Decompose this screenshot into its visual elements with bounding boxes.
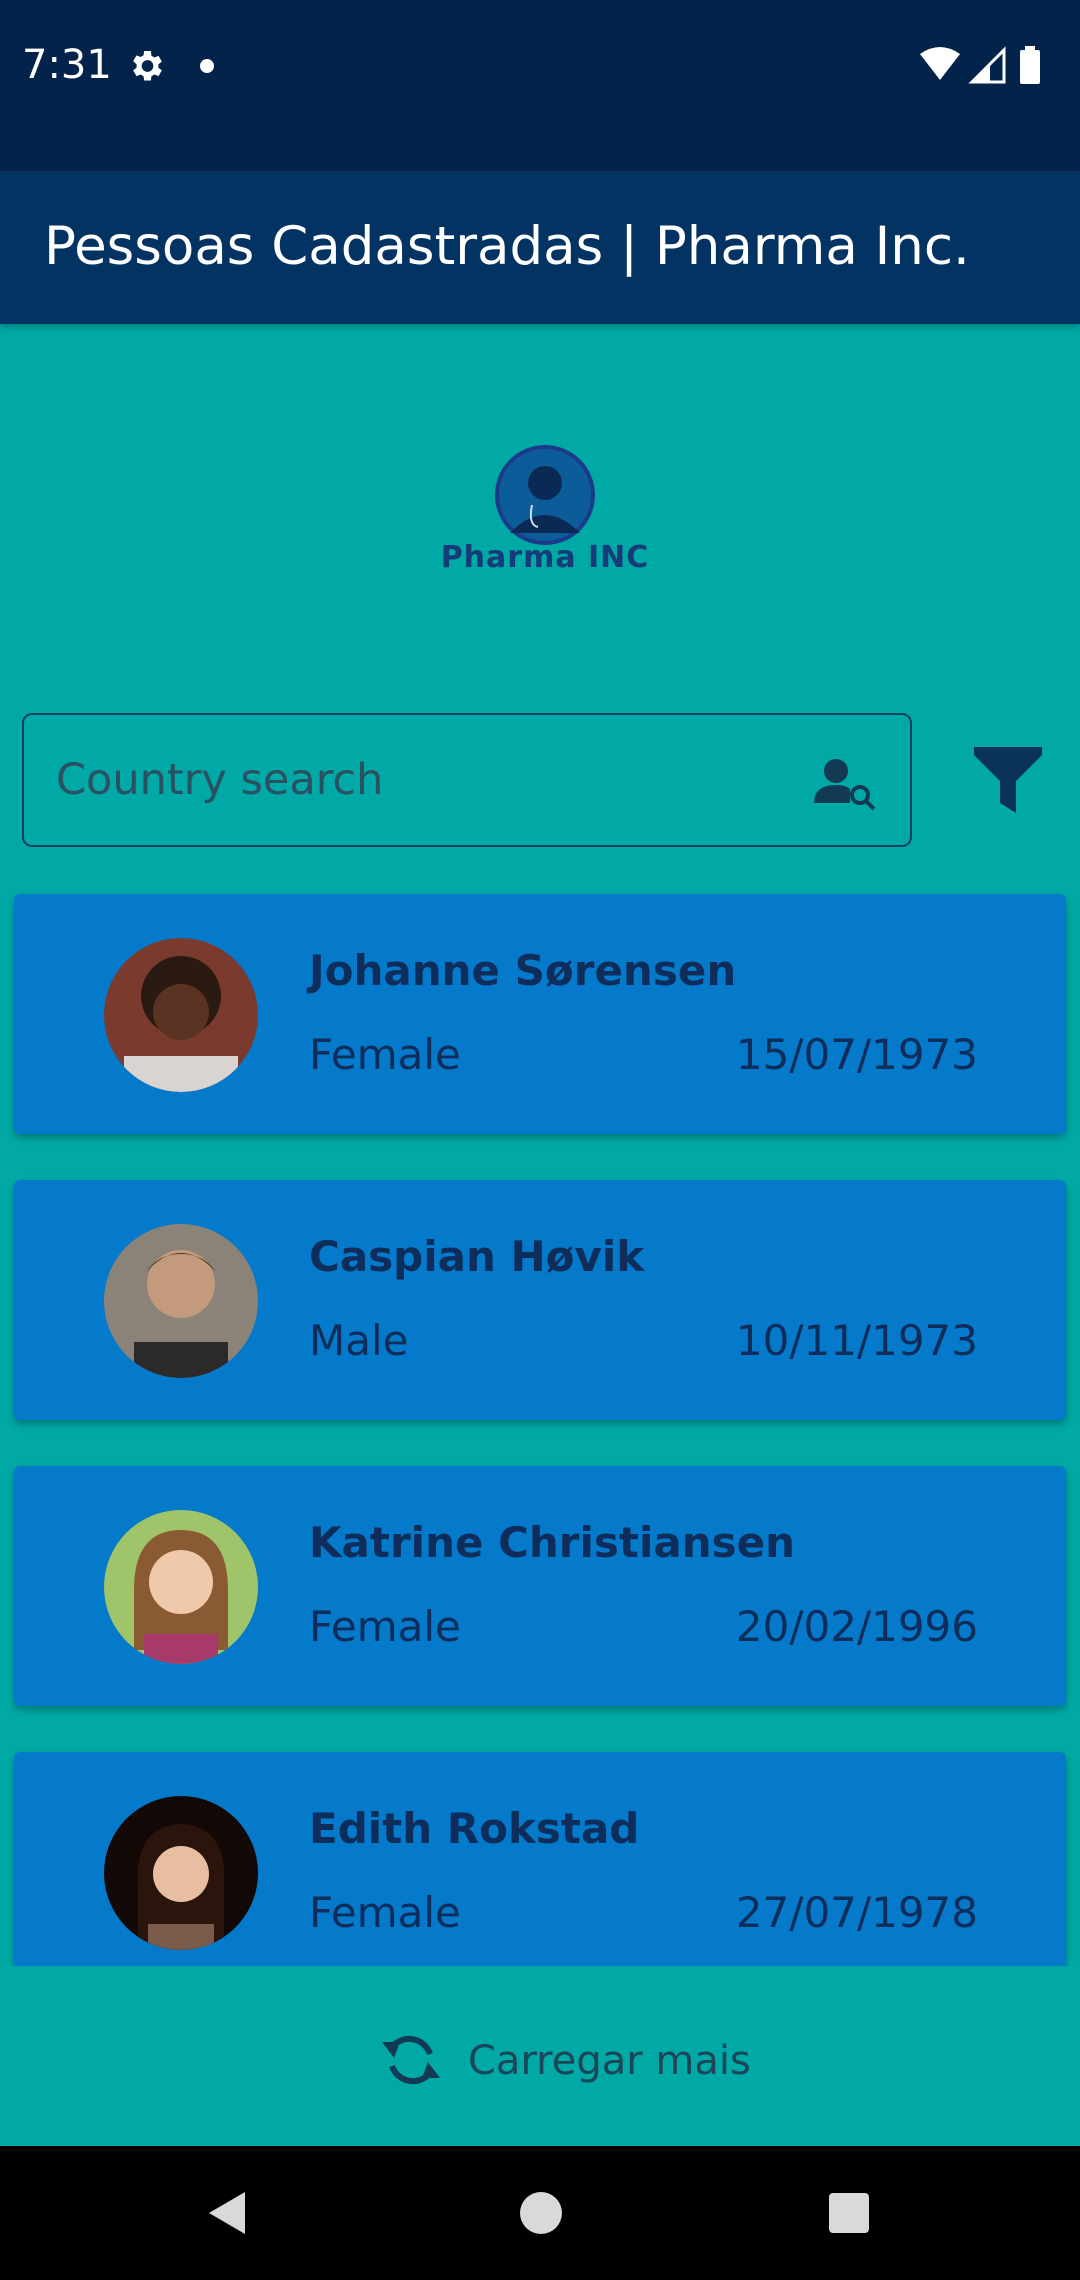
person-gender: Female	[309, 1602, 461, 1651]
gear-icon	[133, 51, 162, 81]
person-card[interactable]: Katrine Christiansen Female 20/02/1996	[14, 1466, 1066, 1706]
status-bar: 7:31	[0, 0, 1080, 171]
avatar	[104, 1510, 258, 1664]
person-gender: Female	[309, 1888, 461, 1937]
person-name: Edith Rokstad	[309, 1804, 640, 1853]
battery-icon	[1020, 50, 1040, 84]
search-input[interactable]: Country search	[22, 713, 912, 847]
person-card[interactable]: Caspian Høvik Male 10/11/1973	[14, 1180, 1066, 1420]
status-time: 7:31	[22, 42, 112, 88]
load-more-label: Carregar mais	[468, 2038, 751, 2084]
recents-icon[interactable]	[828, 2192, 870, 2234]
person-search-icon[interactable]	[814, 757, 876, 811]
home-icon[interactable]	[518, 2190, 564, 2236]
avatar	[104, 1224, 258, 1378]
system-nav-bar	[0, 2146, 1080, 2280]
person-birth-date: 10/11/1973	[735, 1316, 978, 1365]
page-title: Pessoas Cadastradas | Pharma Inc.	[44, 216, 970, 277]
avatar	[104, 938, 258, 1092]
app-bar: Pessoas Cadastradas | Pharma Inc.	[0, 171, 1080, 324]
refresh-icon	[382, 2035, 440, 2085]
status-indicators	[920, 46, 1040, 84]
person-birth-date: 27/07/1978	[735, 1888, 978, 1937]
back-icon[interactable]	[205, 2190, 251, 2236]
search-placeholder: Country search	[56, 755, 384, 805]
person-card[interactable]: Edith Rokstad Female 27/07/1978	[14, 1752, 1066, 1966]
person-name: Katrine Christiansen	[309, 1518, 796, 1567]
wifi-icon	[920, 47, 960, 80]
person-birth-date: 20/02/1996	[735, 1602, 978, 1651]
person-name: Johanne Sørensen	[309, 946, 737, 995]
person-name: Caspian Høvik	[309, 1232, 645, 1281]
person-birth-date: 15/07/1973	[735, 1030, 978, 1079]
people-list: Johanne Sørensen Female 15/07/1973 Caspi…	[0, 880, 1080, 1966]
avatar	[104, 1796, 258, 1950]
logo-text: Pharma INC	[440, 540, 650, 575]
filter-icon[interactable]	[972, 745, 1044, 815]
notification-dot	[200, 59, 214, 73]
person-card[interactable]: Johanne Sørensen Female 15/07/1973	[14, 894, 1066, 1134]
load-more-button[interactable]: Carregar mais	[380, 2030, 780, 2100]
person-gender: Male	[309, 1316, 409, 1365]
person-gender: Female	[309, 1030, 461, 1079]
